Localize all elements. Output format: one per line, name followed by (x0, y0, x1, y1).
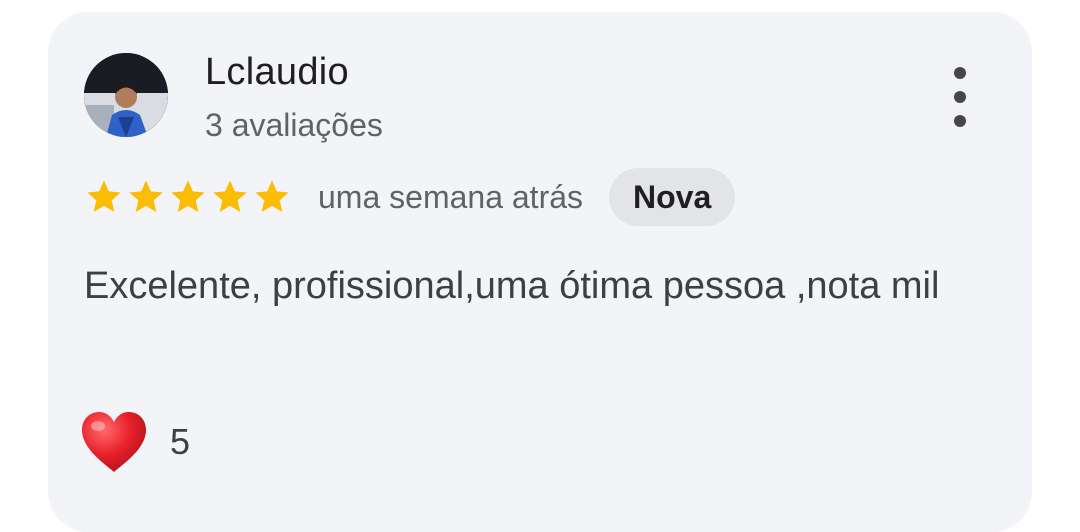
author-name[interactable]: Lclaudio (205, 50, 349, 94)
more-vert-icon-dot (954, 91, 966, 103)
star-icon (84, 177, 124, 217)
author-avatar[interactable] (84, 53, 168, 137)
review-text: Excelente, profissional,uma ótima pessoa… (84, 265, 940, 307)
star-rating (84, 177, 292, 217)
rating-row: uma semana atrás Nova (84, 167, 736, 227)
more-vert-icon-dot (954, 115, 966, 127)
star-icon (168, 177, 208, 217)
reaction-count: 5 (170, 421, 191, 462)
review-time: uma semana atrás (318, 178, 584, 215)
star-icon (252, 177, 292, 217)
star-icon (126, 177, 166, 217)
heart-icon (78, 410, 150, 474)
new-badge: Nova (609, 168, 736, 226)
user-photo-avatar-icon (84, 53, 168, 137)
author-review-count: 3 avaliações (205, 107, 383, 143)
more-vert-icon (954, 67, 966, 79)
review-card: Lclaudio 3 avaliações uma semana atrás N… (48, 12, 1032, 532)
star-icon (210, 177, 250, 217)
heart-reaction-button[interactable]: 5 (78, 410, 190, 474)
more-options-button[interactable] (938, 67, 982, 127)
